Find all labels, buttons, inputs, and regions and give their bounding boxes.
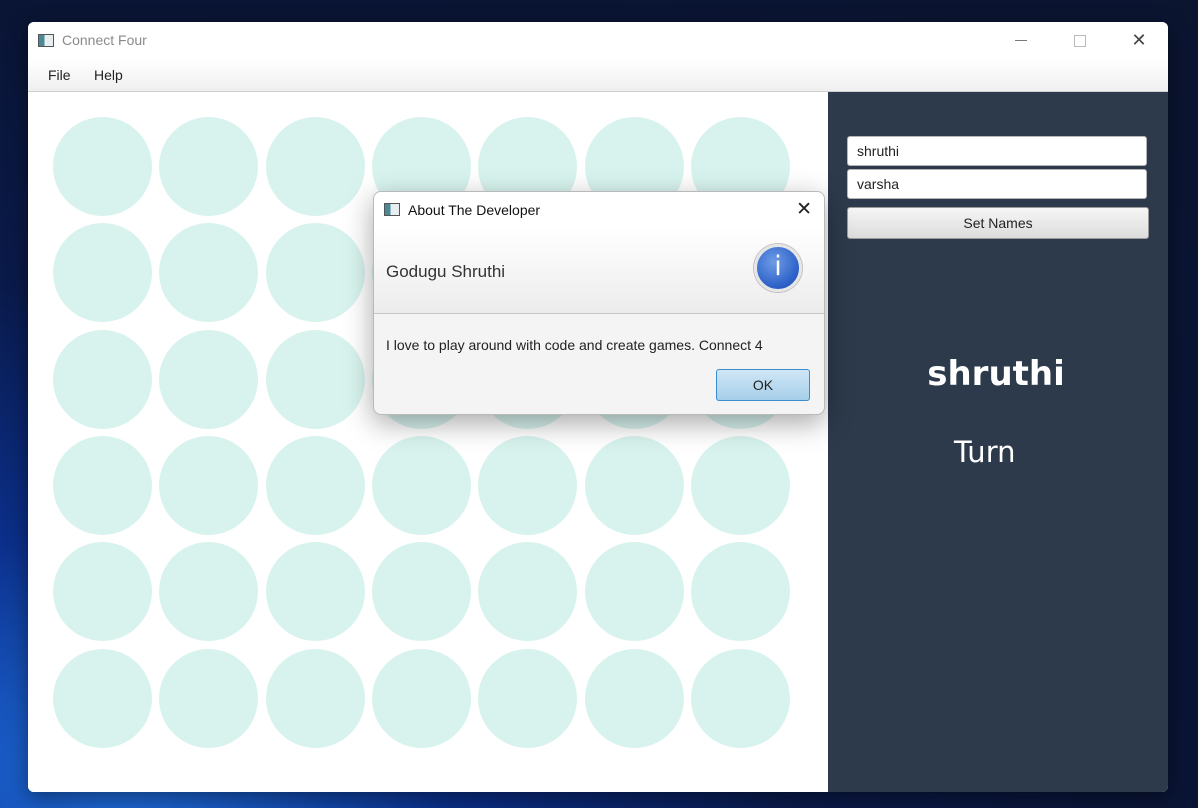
turn-label: Turn bbox=[954, 435, 1016, 469]
dialog-close-icon[interactable]: ✕ bbox=[796, 198, 812, 220]
dialog-header: Godugu Shruthi i bbox=[374, 228, 824, 314]
board-cell[interactable] bbox=[159, 648, 259, 748]
board-cell[interactable] bbox=[584, 648, 684, 748]
board-cell[interactable] bbox=[265, 542, 365, 642]
board-cell[interactable] bbox=[478, 435, 578, 535]
board-cell[interactable] bbox=[265, 329, 365, 429]
maximize-button[interactable] bbox=[1050, 22, 1108, 60]
title-bar: Connect Four ✕ bbox=[28, 22, 1168, 60]
board-cell[interactable] bbox=[690, 435, 790, 535]
board-cell[interactable] bbox=[478, 648, 578, 748]
close-icon: ✕ bbox=[1131, 30, 1147, 51]
board-cell[interactable] bbox=[53, 542, 152, 642]
board-cell[interactable] bbox=[690, 648, 790, 748]
board-cell[interactable] bbox=[584, 542, 684, 642]
board-cell[interactable] bbox=[265, 117, 365, 216]
board-cell[interactable] bbox=[159, 542, 259, 642]
menu-file[interactable]: File bbox=[48, 67, 71, 83]
player-one-name-input[interactable]: shruthi bbox=[847, 136, 1147, 166]
info-icon: i bbox=[754, 244, 802, 292]
board-cell[interactable] bbox=[478, 542, 578, 642]
dialog-heading: Godugu Shruthi bbox=[386, 262, 506, 281]
board-cell[interactable] bbox=[53, 329, 152, 429]
board-cell[interactable] bbox=[159, 329, 259, 429]
board-cell[interactable] bbox=[53, 223, 152, 323]
board-cell[interactable] bbox=[159, 435, 259, 535]
board-cell[interactable] bbox=[53, 435, 152, 535]
dialog-title: About The Developer bbox=[408, 202, 541, 218]
about-dialog: About The Developer ✕ Godugu Shruthi i I… bbox=[373, 191, 825, 415]
menu-bar: File Help bbox=[28, 60, 1168, 92]
board-cell[interactable] bbox=[53, 117, 152, 216]
board-cell[interactable] bbox=[371, 648, 471, 748]
app-icon bbox=[384, 203, 400, 216]
close-button[interactable]: ✕ bbox=[1110, 22, 1168, 60]
maximize-icon bbox=[1074, 35, 1086, 47]
board-cell[interactable] bbox=[265, 223, 365, 323]
dialog-content: I love to play around with code and crea… bbox=[386, 337, 763, 353]
board-cell[interactable] bbox=[690, 542, 790, 642]
minimize-button[interactable] bbox=[992, 22, 1050, 60]
minimize-icon bbox=[1015, 40, 1027, 41]
ok-button[interactable]: OK bbox=[716, 369, 810, 401]
current-player-label: shruthi bbox=[927, 354, 1065, 394]
window-title: Connect Four bbox=[62, 32, 147, 48]
dialog-title-bar: About The Developer ✕ bbox=[374, 192, 824, 228]
player-two-name-input[interactable]: varsha bbox=[847, 169, 1147, 199]
side-panel: shruthi varsha Set Names shruthi Turn bbox=[828, 92, 1168, 792]
board-cell[interactable] bbox=[371, 542, 471, 642]
board-cell[interactable] bbox=[265, 435, 365, 535]
board-cell[interactable] bbox=[53, 648, 152, 748]
app-icon bbox=[38, 34, 54, 47]
menu-help[interactable]: Help bbox=[94, 67, 123, 83]
board-cell[interactable] bbox=[584, 435, 684, 535]
board-cell[interactable] bbox=[371, 435, 471, 535]
board-cell[interactable] bbox=[159, 223, 259, 323]
set-names-button[interactable]: Set Names bbox=[847, 207, 1149, 239]
board-cell[interactable] bbox=[159, 117, 259, 216]
board-cell[interactable] bbox=[265, 648, 365, 748]
